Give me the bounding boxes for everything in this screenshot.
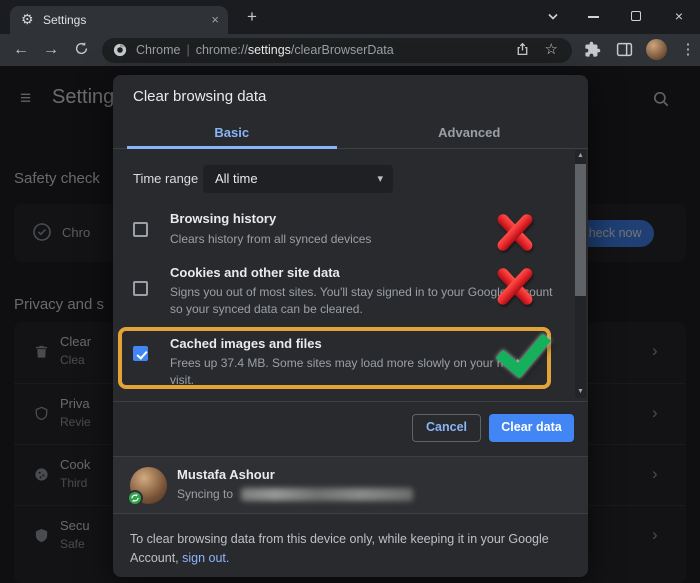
- settings-gear-icon: ⚙: [21, 11, 34, 27]
- checkbox-cookies[interactable]: [133, 281, 148, 296]
- account-row: Mustafa Ashour Syncing to: [113, 456, 588, 514]
- side-panel-icon[interactable]: [616, 41, 633, 58]
- browser-window: ⚙ Settings × + × ← → Chrome | chrome://set…: [0, 0, 700, 583]
- tab-title: Settings: [43, 13, 87, 27]
- sync-badge-icon: [127, 490, 143, 506]
- account-name: Mustafa Ashour: [177, 467, 275, 482]
- bookmark-star-icon[interactable]: ☆: [545, 40, 558, 58]
- dialog-title: Clear browsing data: [133, 88, 267, 105]
- time-range-label: Time range: [133, 171, 199, 186]
- caret-down-icon: ▾: [377, 173, 383, 185]
- highlight-annotation: [118, 327, 551, 389]
- maximize-button[interactable]: [621, 0, 651, 33]
- green-check-annotation: [498, 323, 550, 375]
- row-title-cookies: Cookies and other site data: [170, 265, 340, 280]
- back-button[interactable]: ←: [8, 34, 34, 66]
- time-range-select[interactable]: All time ▾: [203, 165, 393, 193]
- browser-toolbar: ← → Chrome | chrome://settings/clearBrowse…: [0, 34, 700, 66]
- reload-button[interactable]: [68, 34, 94, 66]
- checkbox-browsing-history[interactable]: [133, 222, 148, 237]
- clear-data-button[interactable]: Clear data: [489, 414, 574, 442]
- browser-menu-icon[interactable]: ⋮: [678, 34, 698, 66]
- scrollbar-thumb[interactable]: [575, 164, 586, 296]
- share-icon[interactable]: [515, 42, 530, 57]
- divider: [113, 401, 588, 402]
- extensions-icon[interactable]: [584, 41, 601, 58]
- dialog-tabs: Basic Advanced: [113, 119, 588, 149]
- time-range-value: All time: [215, 171, 258, 186]
- tab-strip: ⚙ Settings × + ×: [0, 0, 700, 34]
- chrome-logo-icon: [113, 43, 127, 57]
- red-x-annotation: [492, 263, 536, 307]
- redacted-email: [241, 488, 414, 502]
- account-avatar: [127, 467, 167, 506]
- scroll-down-arrow[interactable]: ▼: [575, 386, 586, 398]
- forward-button[interactable]: →: [38, 34, 64, 66]
- dialog-footer-text: To clear browsing data from this device …: [130, 532, 549, 565]
- sign-out-link[interactable]: sign out.: [182, 551, 229, 565]
- tab-settings[interactable]: ⚙ Settings ×: [10, 6, 228, 34]
- address-bar[interactable]: Chrome | chrome://settings/clearBrowserDat…: [102, 37, 572, 63]
- dialog-scrollbar: ▲ ▼: [575, 150, 586, 398]
- red-x-annotation: [492, 209, 536, 253]
- scroll-up-arrow[interactable]: ▲: [575, 150, 586, 162]
- tab-search-chevron-icon[interactable]: [538, 0, 568, 33]
- clear-browsing-data-dialog: Clear browsing data Basic Advanced Time …: [113, 75, 588, 577]
- minimize-button[interactable]: [578, 0, 608, 33]
- tab-close-icon[interactable]: ×: [211, 12, 219, 27]
- window-close-button[interactable]: ×: [664, 0, 694, 33]
- tab-basic[interactable]: Basic: [113, 119, 351, 149]
- account-sync-status: Syncing to: [177, 487, 414, 502]
- cancel-button[interactable]: Cancel: [412, 414, 481, 442]
- row-title-browsing-history: Browsing history: [170, 211, 277, 226]
- profile-avatar[interactable]: [646, 39, 667, 60]
- url-text: Chrome | chrome://settings/clearBrowserDat…: [136, 42, 394, 57]
- new-tab-button[interactable]: +: [240, 5, 264, 29]
- tab-advanced[interactable]: Advanced: [351, 119, 589, 148]
